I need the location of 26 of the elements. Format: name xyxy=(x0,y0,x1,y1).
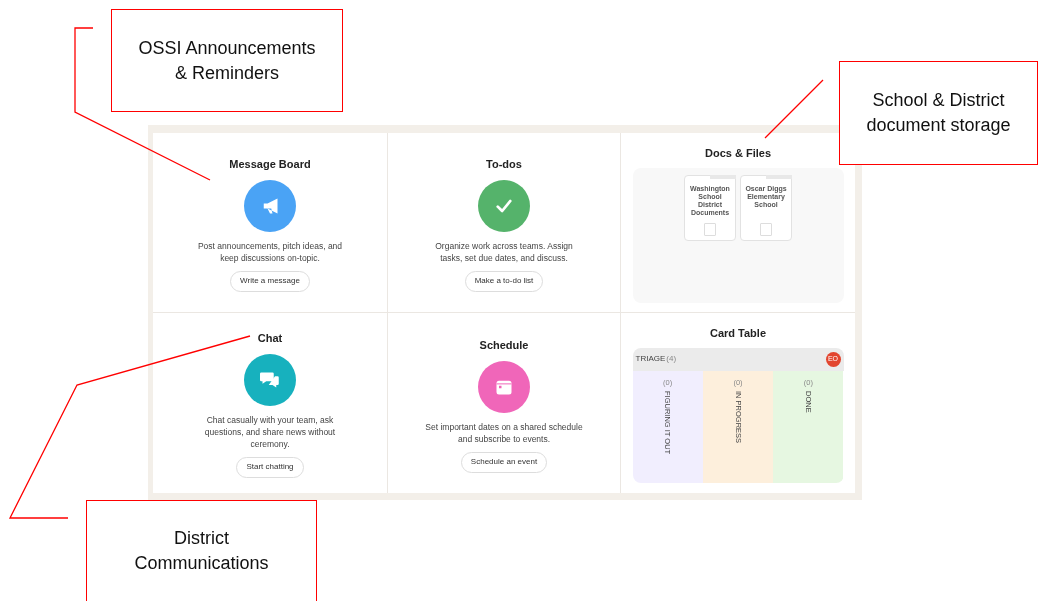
chat-bubbles-icon xyxy=(244,353,296,406)
document-thumbnail xyxy=(760,222,772,236)
callout-text: School & District document storage xyxy=(866,89,1011,137)
tool-description: Set important dates on a shared schedule and subscribe to events. xyxy=(424,420,584,445)
tool-button[interactable]: Start chatting xyxy=(236,456,304,478)
tool-title: Message Board xyxy=(229,157,311,172)
megaphone-icon xyxy=(244,179,296,232)
callout-text: OSSI Announcements & Reminders xyxy=(138,36,316,85)
tool-title: Chat xyxy=(257,331,283,346)
callout-text: District Communications xyxy=(134,527,269,575)
triage-count: (4) xyxy=(666,353,677,365)
triage-label: TRIAGE xyxy=(635,353,666,365)
calendar-icon xyxy=(478,360,530,413)
tool-description: Chat casually with your team, ask questions, and share news without ceremony. xyxy=(203,413,337,450)
document-thumbnail xyxy=(704,222,716,236)
tool-description: Post announcements, pitch ideas, and keep discussions on-topic. xyxy=(196,239,344,264)
tool-title: Card Table xyxy=(710,326,766,341)
tool-title: To-dos xyxy=(486,157,522,172)
tool-title: Docs & Files xyxy=(705,146,771,161)
tool-button[interactable]: Make a to-do list xyxy=(464,270,544,292)
tool-button[interactable]: Schedule an event xyxy=(460,451,548,473)
checkmark-icon xyxy=(478,179,530,232)
tool-title: Schedule xyxy=(479,338,529,353)
leader-line xyxy=(764,79,824,139)
tool-description: Organize work across teams. Assign tasks, set due dates, and discuss. xyxy=(434,239,574,264)
tool-button[interactable]: Write a message xyxy=(230,270,310,292)
